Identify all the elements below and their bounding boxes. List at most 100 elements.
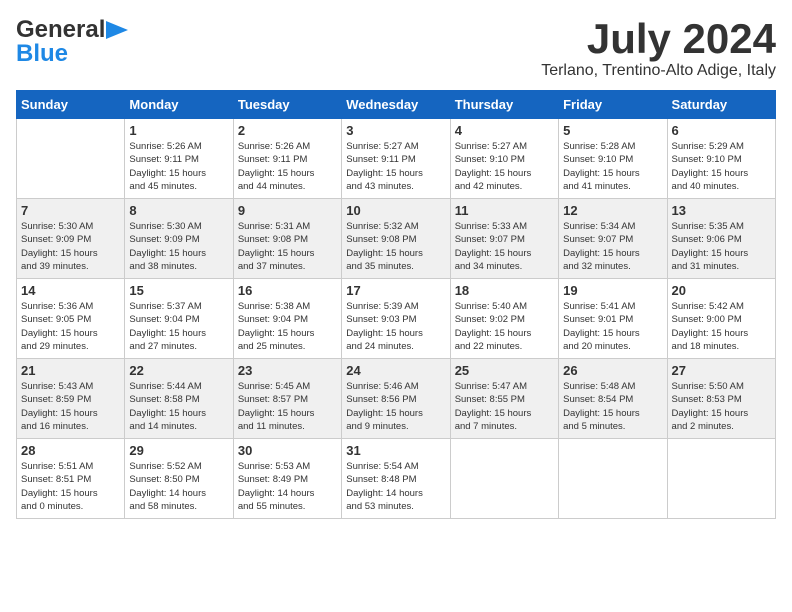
calendar-cell [559,439,667,519]
day-number: 13 [672,203,771,218]
day-info: Sunrise: 5:29 AM Sunset: 9:10 PM Dayligh… [672,140,771,193]
calendar-cell: 10 Sunrise: 5:32 AM Sunset: 9:08 PM Dayli… [342,199,450,279]
weekday-header-friday: Friday [559,91,667,119]
calendar-cell: 16 Sunrise: 5:38 AM Sunset: 9:04 PM Dayli… [233,279,341,359]
day-number: 12 [563,203,662,218]
day-info: Sunrise: 5:38 AM Sunset: 9:04 PM Dayligh… [238,300,337,353]
calendar-cell: 18 Sunrise: 5:40 AM Sunset: 9:02 PM Dayli… [450,279,558,359]
calendar-cell: 1Sunrise: 5:26 AM Sunset: 9:11 PM Daylig… [125,119,233,199]
day-number: 27 [672,363,771,378]
day-info: Sunrise: 5:41 AM Sunset: 9:01 PM Dayligh… [563,300,662,353]
calendar-cell: 31 Sunrise: 5:54 AM Sunset: 8:48 PM Dayli… [342,439,450,519]
day-info: Sunrise: 5:27 AM Sunset: 9:11 PM Dayligh… [346,140,445,193]
day-number: 8 [129,203,228,218]
calendar-cell: 23Sunrise: 5:45 AM Sunset: 8:57 PM Dayli… [233,359,341,439]
calendar-cell: 27 Sunrise: 5:50 AM Sunset: 8:53 PM Dayli… [667,359,775,439]
day-info: Sunrise: 5:28 AM Sunset: 9:10 PM Dayligh… [563,140,662,193]
day-info: Sunrise: 5:40 AM Sunset: 9:02 PM Dayligh… [455,300,554,353]
calendar-table: SundayMondayTuesdayWednesdayThursdayFrid… [16,90,776,519]
day-info: Sunrise: 5:31 AM Sunset: 9:08 PM Dayligh… [238,220,337,273]
calendar-cell: 28Sunrise: 5:51 AM Sunset: 8:51 PM Dayli… [17,439,125,519]
day-info: Sunrise: 5:32 AM Sunset: 9:08 PM Dayligh… [346,220,445,273]
day-info: Sunrise: 5:39 AM Sunset: 9:03 PM Dayligh… [346,300,445,353]
day-info: Sunrise: 5:26 AM Sunset: 9:11 PM Dayligh… [238,140,337,193]
day-number: 18 [455,283,554,298]
weekday-header-tuesday: Tuesday [233,91,341,119]
day-number: 10 [346,203,445,218]
day-number: 22 [129,363,228,378]
calendar-cell: 30Sunrise: 5:53 AM Sunset: 8:49 PM Dayli… [233,439,341,519]
day-number: 25 [455,363,554,378]
calendar-cell: 13 Sunrise: 5:35 AM Sunset: 9:06 PM Dayli… [667,199,775,279]
day-number: 29 [129,443,228,458]
day-number: 26 [563,363,662,378]
calendar-cell: 14 Sunrise: 5:36 AM Sunset: 9:05 PM Dayli… [17,279,125,359]
calendar-cell: 2Sunrise: 5:26 AM Sunset: 9:11 PM Daylig… [233,119,341,199]
calendar-cell [667,439,775,519]
page-header: General Blue July 2024 Terlano, Trentino… [16,16,776,80]
day-number: 19 [563,283,662,298]
day-info: Sunrise: 5:43 AM Sunset: 8:59 PM Dayligh… [21,380,120,433]
calendar-cell: 12Sunrise: 5:34 AM Sunset: 9:07 PM Dayli… [559,199,667,279]
day-info: Sunrise: 5:47 AM Sunset: 8:55 PM Dayligh… [455,380,554,433]
day-info: Sunrise: 5:27 AM Sunset: 9:10 PM Dayligh… [455,140,554,193]
day-number: 11 [455,203,554,218]
day-number: 28 [21,443,120,458]
day-info: Sunrise: 5:54 AM Sunset: 8:48 PM Dayligh… [346,460,445,513]
day-number: 17 [346,283,445,298]
calendar-cell: 20 Sunrise: 5:42 AM Sunset: 9:00 PM Dayli… [667,279,775,359]
day-number: 6 [672,123,771,138]
calendar-cell: 5 Sunrise: 5:28 AM Sunset: 9:10 PM Daylig… [559,119,667,199]
calendar-cell: 19 Sunrise: 5:41 AM Sunset: 9:01 PM Dayli… [559,279,667,359]
day-info: Sunrise: 5:36 AM Sunset: 9:05 PM Dayligh… [21,300,120,353]
calendar-cell: 7 Sunrise: 5:30 AM Sunset: 9:09 PM Daylig… [17,199,125,279]
calendar-cell: 8Sunrise: 5:30 AM Sunset: 9:09 PM Daylig… [125,199,233,279]
weekday-header-sunday: Sunday [17,91,125,119]
day-number: 20 [672,283,771,298]
calendar-week-row: 1 Sunrise: 5:26 AM Sunset: 9:11 PM Daylig… [17,119,776,199]
day-number: 31 [346,443,445,458]
location-subtitle: Terlano, Trentino-Alto Adige, Italy [541,62,776,80]
weekday-header-monday: Monday [125,91,233,119]
day-info: Sunrise: 5:37 AM Sunset: 9:04 PM Dayligh… [129,300,228,353]
calendar-cell: 17 Sunrise: 5:39 AM Sunset: 9:03 PM Dayli… [342,279,450,359]
calendar-week-row: 7 Sunrise: 5:30 AM Sunset: 9:09 PM Daylig… [17,199,776,279]
day-number: 5 [563,123,662,138]
logo-arrow-icon [106,21,128,39]
calendar-week-row: 21 Sunrise: 5:43 AM Sunset: 8:59 PM Dayli… [17,359,776,439]
day-info: Sunrise: 5:50 AM Sunset: 8:53 PM Dayligh… [672,380,771,433]
day-info: Sunrise: 5:44 AM Sunset: 8:58 PM Dayligh… [129,380,228,433]
day-info: Sunrise: 5:48 AM Sunset: 8:54 PM Dayligh… [563,380,662,433]
day-info: Sunrise: 5:42 AM Sunset: 9:00 PM Dayligh… [672,300,771,353]
logo: General Blue [16,16,128,68]
month-year-title: July 2024 [541,16,776,62]
day-number: 7 [21,203,120,218]
calendar-week-row: 14 Sunrise: 5:36 AM Sunset: 9:05 PM Dayli… [17,279,776,359]
calendar-cell: 11 Sunrise: 5:33 AM Sunset: 9:07 PM Dayli… [450,199,558,279]
day-number: 14 [21,283,120,298]
day-number: 9 [238,203,337,218]
calendar-cell: 21 Sunrise: 5:43 AM Sunset: 8:59 PM Dayli… [17,359,125,439]
day-number: 4 [455,123,554,138]
calendar-cell: 15Sunrise: 5:37 AM Sunset: 9:04 PM Dayli… [125,279,233,359]
day-number: 23 [238,363,337,378]
calendar-cell [450,439,558,519]
day-number: 24 [346,363,445,378]
day-number: 1 [129,123,228,138]
day-number: 30 [238,443,337,458]
weekday-header-row: SundayMondayTuesdayWednesdayThursdayFrid… [17,91,776,119]
day-number: 21 [21,363,120,378]
day-number: 16 [238,283,337,298]
calendar-cell: 9 Sunrise: 5:31 AM Sunset: 9:08 PM Daylig… [233,199,341,279]
calendar-cell: 4 Sunrise: 5:27 AM Sunset: 9:10 PM Daylig… [450,119,558,199]
weekday-header-wednesday: Wednesday [342,91,450,119]
title-area: July 2024 Terlano, Trentino-Alto Adige, … [541,16,776,80]
calendar-cell: 3 Sunrise: 5:27 AM Sunset: 9:11 PM Daylig… [342,119,450,199]
logo-blue: Blue [16,40,68,68]
day-info: Sunrise: 5:46 AM Sunset: 8:56 PM Dayligh… [346,380,445,433]
day-number: 3 [346,123,445,138]
calendar-cell: 24 Sunrise: 5:46 AM Sunset: 8:56 PM Dayli… [342,359,450,439]
day-info: Sunrise: 5:33 AM Sunset: 9:07 PM Dayligh… [455,220,554,273]
day-info: Sunrise: 5:35 AM Sunset: 9:06 PM Dayligh… [672,220,771,273]
day-info: Sunrise: 5:30 AM Sunset: 9:09 PM Dayligh… [21,220,120,273]
